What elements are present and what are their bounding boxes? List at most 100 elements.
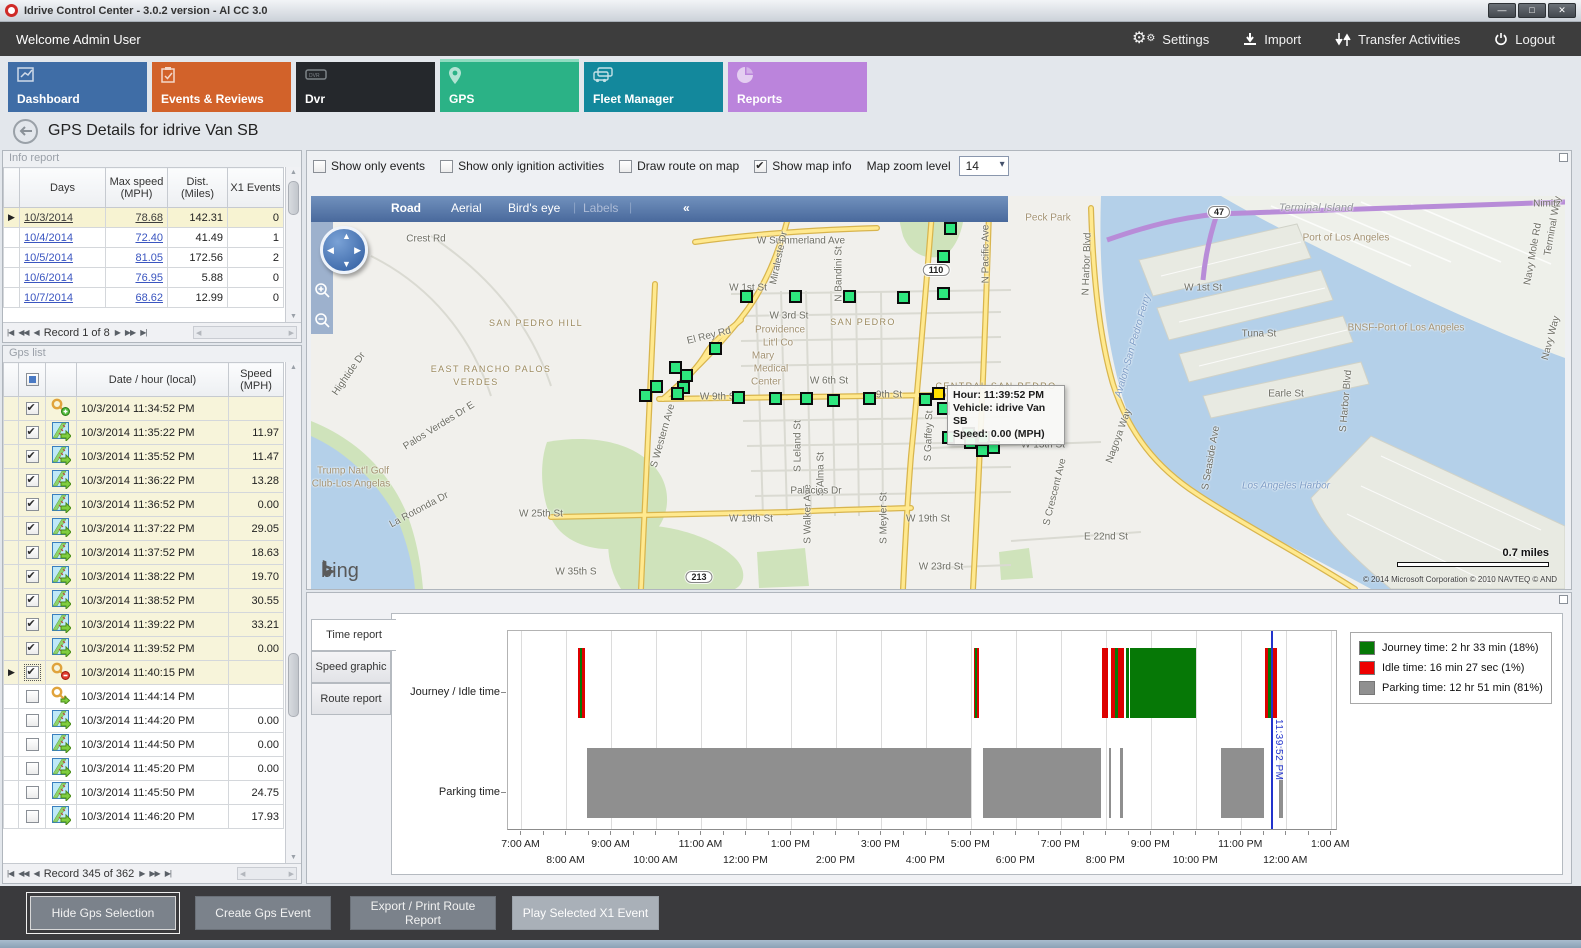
map-marker[interactable]: [709, 342, 722, 355]
row-checkbox[interactable]: [26, 594, 39, 607]
map-view-labels[interactable]: Labels: [583, 201, 618, 215]
gps-list-hscroll[interactable]: ◀▶: [237, 867, 297, 880]
day-link[interactable]: 10/6/2014: [24, 272, 73, 284]
info-report-row[interactable]: 10/5/201481.05172.562: [4, 248, 284, 268]
info-report-row[interactable]: ▶10/3/201478.68142.310: [4, 208, 284, 228]
day-link[interactable]: 10/7/2014: [24, 292, 73, 304]
prev-page-button[interactable]: ◀◀: [18, 328, 28, 337]
export-print-route-report-button[interactable]: Export / Print Route Report: [350, 896, 496, 930]
row-checkbox[interactable]: [26, 522, 39, 535]
logout-button[interactable]: Logout: [1494, 32, 1555, 47]
map-marker[interactable]: [863, 392, 876, 405]
map-pan-compass[interactable]: ▲ ▼ ◀ ▶: [320, 226, 368, 274]
checkbox[interactable]: [754, 160, 767, 173]
col-days[interactable]: Days: [20, 168, 106, 208]
map-view-road[interactable]: Road: [391, 201, 421, 215]
row-checkbox[interactable]: [26, 450, 39, 463]
max-speed-link[interactable]: 78.68: [135, 212, 163, 224]
next-page-button[interactable]: ▶▶: [125, 328, 135, 337]
tab-fleet-manager[interactable]: Fleet Manager: [584, 62, 723, 112]
filter-show-only-events[interactable]: Show only events: [313, 159, 425, 173]
row-checkbox[interactable]: [26, 714, 39, 727]
info-report-row[interactable]: 10/7/201468.6212.990: [4, 288, 284, 308]
gps-list-row[interactable]: 10/3/2014 11:46:20 PM17.93: [4, 805, 284, 829]
close-button[interactable]: ✕: [1548, 3, 1576, 18]
filter-show-map-info[interactable]: Show map info: [754, 159, 851, 173]
map-marker[interactable]: [769, 392, 782, 405]
col-dist[interactable]: Dist. (Miles): [168, 168, 228, 208]
checkbox[interactable]: [440, 160, 453, 173]
gps-list-row[interactable]: 10/3/2014 11:37:52 PM18.63: [4, 541, 284, 565]
info-report-row[interactable]: 10/6/201476.955.880: [4, 268, 284, 288]
last-record-button[interactable]: ▶|: [165, 869, 171, 878]
row-checkbox[interactable]: [26, 738, 39, 751]
select-all-checkbox[interactable]: [26, 373, 39, 386]
row-checkbox[interactable]: [26, 690, 39, 703]
map-marker[interactable]: [639, 389, 652, 402]
map-marker[interactable]: [843, 290, 856, 303]
row-checkbox[interactable]: [26, 426, 39, 439]
create-gps-event-button[interactable]: Create Gps Event: [195, 896, 331, 930]
tab-route-report[interactable]: Route report: [311, 683, 391, 715]
bing-map[interactable]: Road Aerial Bird's eye | Labels | « ▲ ▼ …: [311, 196, 1565, 589]
tab-gps[interactable]: GPS: [440, 59, 579, 112]
play-selected-x1-event-button[interactable]: Play Selected X1 Event: [512, 896, 659, 930]
map-marker[interactable]: [800, 392, 813, 405]
chart-panel-maximize-button[interactable]: [1559, 595, 1568, 604]
filter-show-only-ignition[interactable]: Show only ignition activities: [440, 159, 604, 173]
tab-time-report[interactable]: Time report: [311, 619, 396, 651]
transfer-activities-button[interactable]: Transfer Activities: [1335, 32, 1460, 47]
map-zoom-select[interactable]: 14: [959, 156, 1009, 176]
pan-up-icon[interactable]: ▲: [342, 231, 351, 241]
row-checkbox[interactable]: [26, 546, 39, 559]
map-zoom-out-button[interactable]: [314, 312, 331, 329]
map-panel-maximize-button[interactable]: [1559, 153, 1568, 162]
day-link[interactable]: 10/4/2014: [24, 232, 73, 244]
tab-speed-graphic[interactable]: Speed graphic: [311, 651, 391, 683]
col-date-hour[interactable]: Date / hour (local): [77, 363, 229, 397]
map-marker[interactable]: [789, 290, 802, 303]
gps-list-row[interactable]: ▶10/3/2014 11:40:15 PM: [4, 661, 284, 685]
gps-list-scrollbar[interactable]: ▲ ▼: [285, 362, 301, 863]
map-marker[interactable]: [732, 391, 745, 404]
map-view-aerial[interactable]: Aerial: [451, 201, 482, 215]
prev-page-button[interactable]: ◀◀: [18, 869, 28, 878]
map-marker[interactable]: [897, 291, 910, 304]
settings-button[interactable]: ⚙⚙ Settings: [1132, 32, 1209, 47]
row-checkbox[interactable]: [26, 570, 39, 583]
pan-left-icon[interactable]: ◀: [327, 245, 334, 256]
gps-list-row[interactable]: 10/3/2014 11:39:52 PM0.00: [4, 637, 284, 661]
row-checkbox[interactable]: [26, 810, 39, 823]
checkbox[interactable]: [619, 160, 632, 173]
col-x1-events[interactable]: X1 Events: [228, 168, 284, 208]
map-bar-collapse-button[interactable]: «: [683, 201, 690, 215]
map-marker[interactable]: [740, 290, 753, 303]
last-record-button[interactable]: ▶|: [140, 328, 146, 337]
col-speed[interactable]: Speed (MPH): [229, 363, 284, 397]
map-marker[interactable]: [937, 287, 950, 300]
gps-list-row[interactable]: 10/3/2014 11:39:22 PM33.21: [4, 613, 284, 637]
maximize-button[interactable]: □: [1518, 3, 1546, 18]
gps-list-row[interactable]: 10/3/2014 11:35:52 PM11.47: [4, 445, 284, 469]
minimize-button[interactable]: —: [1488, 3, 1516, 18]
hide-gps-selection-button[interactable]: Hide Gps Selection: [30, 896, 176, 930]
import-button[interactable]: Import: [1243, 32, 1301, 47]
prev-record-button[interactable]: ◀: [34, 328, 39, 337]
back-button[interactable]: [13, 119, 38, 144]
gps-list-row[interactable]: 10/3/2014 11:44:50 PM0.00: [4, 733, 284, 757]
row-checkbox[interactable]: [26, 762, 39, 775]
map-zoom-in-button[interactable]: [314, 282, 331, 299]
map-marker[interactable]: [944, 222, 957, 235]
info-report-scrollbar[interactable]: ▲ ▼: [285, 167, 301, 322]
next-record-button[interactable]: ▶: [115, 328, 120, 337]
gps-list-row[interactable]: 10/3/2014 11:44:14 PM: [4, 685, 284, 709]
map-marker[interactable]: [919, 393, 932, 406]
day-link[interactable]: 10/3/2014: [24, 212, 73, 224]
gps-list-row[interactable]: 10/3/2014 11:44:20 PM0.00: [4, 709, 284, 733]
gps-list-row[interactable]: 10/3/2014 11:34:52 PM: [4, 397, 284, 421]
row-checkbox[interactable]: [26, 618, 39, 631]
gps-list-row[interactable]: 10/3/2014 11:36:52 PM0.00: [4, 493, 284, 517]
checkbox[interactable]: [313, 160, 326, 173]
row-checkbox[interactable]: [26, 666, 39, 679]
gps-list-row[interactable]: 10/3/2014 11:45:20 PM0.00: [4, 757, 284, 781]
